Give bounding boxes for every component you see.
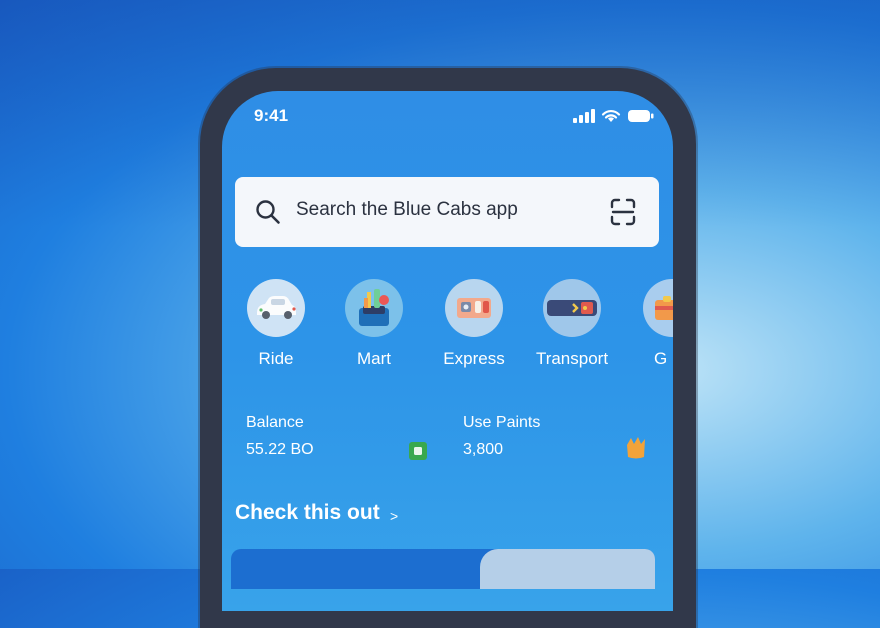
service-label: Ride: [258, 349, 294, 368]
chevron-right-icon[interactable]: >: [390, 508, 398, 524]
service-mart[interactable]: Mart: [324, 279, 424, 369]
service-express[interactable]: Express: [424, 279, 524, 369]
signal-icon: [573, 109, 595, 123]
promo-card-secondary[interactable]: [480, 549, 655, 589]
search-icon: [256, 200, 280, 224]
phone-screen: 9:41 Search the Blue Cabs app Ride Mart …: [222, 91, 673, 611]
grocery-bag-icon: [345, 279, 403, 337]
parcel-icon: [445, 279, 503, 337]
balance-value[interactable]: 55.22 BO: [246, 441, 314, 459]
service-ride[interactable]: Ride: [226, 279, 326, 369]
services-row: Ride Mart Express Transport G: [222, 279, 673, 379]
battery-icon: [628, 110, 654, 122]
status-time: 9:41: [254, 106, 289, 125]
service-label: Mart: [357, 349, 391, 368]
wallet-badge-icon: [409, 442, 427, 460]
service-label: Transport: [535, 349, 609, 368]
scan-icon[interactable]: [609, 197, 637, 227]
search-input[interactable]: Search the Blue Cabs app: [296, 199, 518, 221]
search-bar[interactable]: Search the Blue Cabs app: [235, 177, 659, 247]
status-icons: [573, 109, 655, 123]
service-g[interactable]: G: [617, 279, 673, 369]
balance-label: Balance: [246, 414, 304, 431]
car-icon: [247, 279, 305, 337]
wifi-icon: [601, 110, 621, 122]
points-label: Use Paints: [463, 414, 541, 431]
points-badge-icon: [627, 437, 645, 459]
service-label: Express: [443, 349, 505, 368]
ticket-icon: [543, 279, 601, 337]
points-value[interactable]: 3,800: [463, 441, 503, 459]
check-this-out-heading[interactable]: Check this out: [235, 501, 380, 525]
gift-icon: [643, 279, 673, 337]
service-label: G: [654, 349, 668, 368]
wallet-section: Balance 55.22 BO Use Paints 3,800: [222, 409, 673, 469]
service-transport[interactable]: Transport: [522, 279, 622, 369]
